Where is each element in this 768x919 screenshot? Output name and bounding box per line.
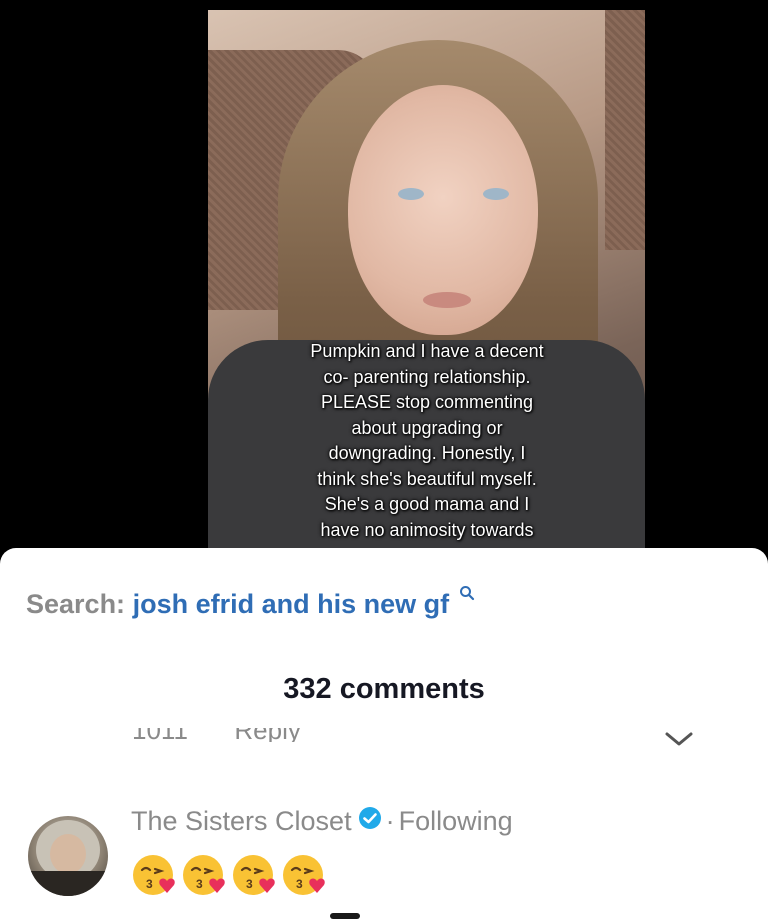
separator-dot: ·: [385, 806, 395, 836]
avatar-face: [50, 834, 86, 874]
comments-sheet: Search: josh efrid and his new gf 332 co…: [0, 548, 768, 919]
person-eye-left: [398, 188, 424, 200]
caption-line: PLEASE stop commenting: [320, 392, 534, 412]
svg-text:3: 3: [196, 877, 203, 891]
comment-username[interactable]: The Sisters Closet: [131, 806, 352, 837]
caption-line: Pumpkin and I have a decent: [310, 341, 544, 361]
avatar[interactable]: [28, 816, 108, 896]
person-mouth: [423, 292, 471, 308]
couch-background-right: [605, 10, 645, 250]
reply-button[interactable]: Reply: [234, 728, 300, 742]
chevron-down-icon[interactable]: [664, 730, 694, 753]
caption-line: have no animosity towards: [320, 519, 534, 540]
caption-line: about upgrading or: [351, 417, 503, 438]
svg-text:3: 3: [246, 877, 253, 891]
search-suggestion[interactable]: Search: josh efrid and his new gf: [26, 586, 475, 620]
svg-text:3: 3: [146, 877, 153, 891]
video-player[interactable]: Pumpkin and I have a decent co- parentin…: [208, 10, 645, 550]
following-status[interactable]: Following: [399, 806, 513, 837]
video-caption: Pumpkin and I have a decent co- parentin…: [282, 339, 572, 543]
search-icon[interactable]: [459, 577, 475, 608]
avatar-body: [28, 871, 108, 896]
comments-count-title: 332 comments: [283, 673, 485, 705]
caption-line: She's a good mama and I: [324, 494, 530, 514]
partial-comment-meta: 1011 Reply: [132, 728, 432, 742]
kissing-heart-emoji-icon: 3: [181, 851, 229, 899]
caption-line: think she's beautiful myself.: [317, 468, 537, 489]
scroll-handle: [330, 913, 360, 919]
caption-line: co- parenting relationship.: [323, 366, 531, 387]
kissing-heart-emoji-icon: 3: [231, 851, 279, 899]
kissing-heart-emoji-icon: 3: [281, 851, 329, 899]
comment-author-row: The Sisters Closet · Following: [131, 806, 513, 837]
kissing-heart-emoji-icon: 3: [131, 851, 179, 899]
svg-text:3: 3: [296, 877, 303, 891]
comment-date: 1011: [132, 728, 188, 742]
comment-text: 3 3 3 3: [131, 851, 329, 899]
search-query-link[interactable]: josh efrid and his new gf: [133, 589, 450, 619]
person-eye-right: [483, 188, 509, 200]
verified-badge-icon: [358, 806, 382, 837]
caption-line: downgrading. Honestly, I: [328, 443, 526, 463]
search-prefix: Search:: [26, 589, 126, 619]
